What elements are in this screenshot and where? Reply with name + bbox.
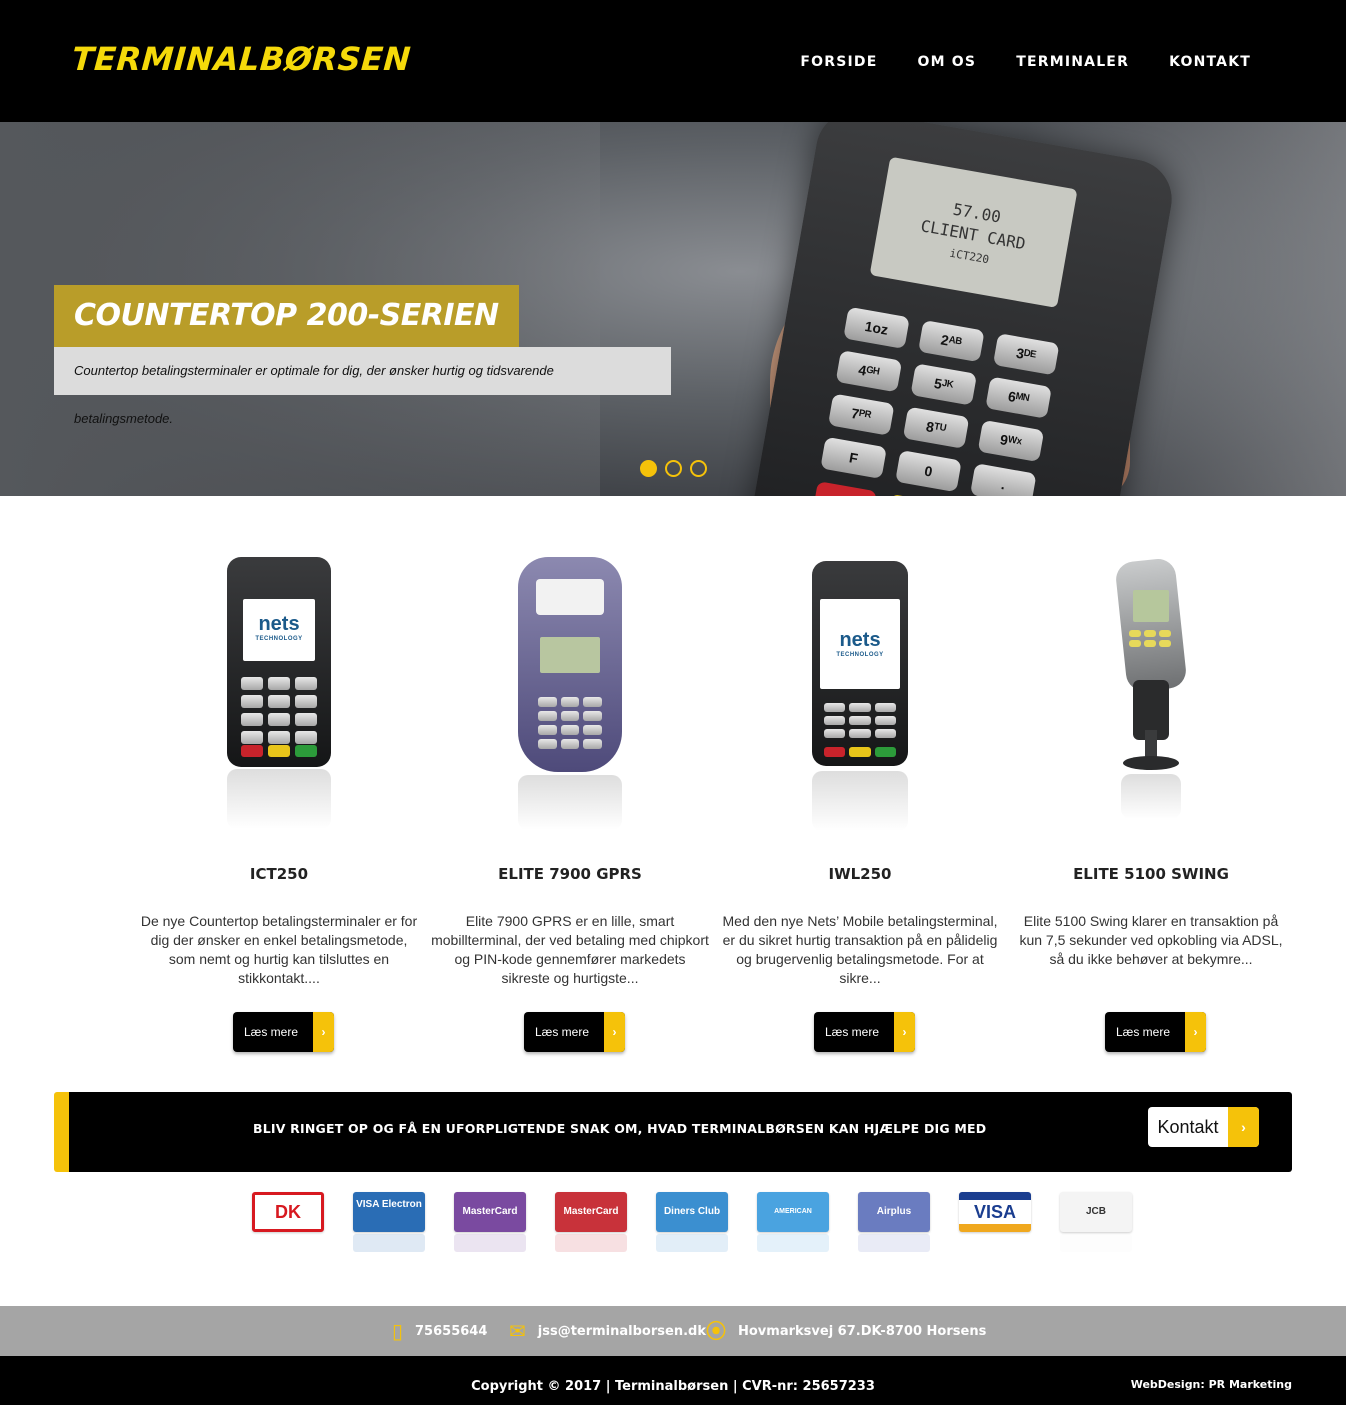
- nets-logo: nets TECHNOLOGY: [836, 629, 884, 658]
- product-image[interactable]: [440, 545, 700, 845]
- nav-om-os[interactable]: OM OS: [918, 54, 977, 70]
- product-name[interactable]: ELITE 5100 SWING: [1021, 865, 1281, 883]
- product-name[interactable]: ICT250: [149, 865, 409, 883]
- nav-forside[interactable]: FORSIDE: [800, 54, 877, 70]
- dankort-card-icon: DK: [252, 1192, 327, 1255]
- key: F: [820, 436, 887, 480]
- contact-button-label: Kontakt: [1157, 1117, 1219, 1137]
- diners-club-card-icon: Diners Club: [656, 1192, 728, 1252]
- key: 3ᴰᴱ: [992, 333, 1060, 376]
- arrow-right-icon: ›: [604, 1012, 625, 1052]
- key: 7ᴾᴿ: [827, 393, 895, 436]
- terminal-iwl250-image: nets TECHNOLOGY: [812, 561, 908, 831]
- contact-strip: ▯ 75655644 ✉ jss@terminalborsen.dk ⦿ Hov…: [0, 1306, 1346, 1356]
- callback-text: BLIV RINGET OP OG FÅ EN UFORPLIGTENDE SN…: [253, 1121, 987, 1136]
- email-address: jss@terminalborsen.dk: [537, 1323, 706, 1339]
- product-card-elite-7900-gprs: ELITE 7900 GPRS Elite 7900 GPRS er en li…: [431, 545, 709, 1052]
- arrow-right-icon: ›: [1228, 1107, 1259, 1147]
- read-more-button[interactable]: Læs mere ›: [1105, 1012, 1206, 1052]
- main-nav: FORSIDE OM OS TERMINALER KONTAKT: [800, 54, 1251, 70]
- webdesign-credit[interactable]: WebDesign: PR Marketing: [1131, 1378, 1292, 1391]
- key: .: [969, 463, 1037, 496]
- slider-dot-3[interactable]: [690, 460, 707, 477]
- product-description: De nye Countertop betalingsterminaler er…: [140, 913, 418, 986]
- hero-terminal-image: 57.00 CLIENT CARD iCT220 1oz 2ᴬᴮ 3ᴰᴱ 4ᴳᴴ…: [741, 122, 1179, 496]
- product-description: Elite 5100 Swing klarer en transaktion p…: [1019, 913, 1283, 967]
- american-express-card-icon: AMERICAN EXPRESS: [757, 1192, 829, 1255]
- product-image[interactable]: [1021, 545, 1281, 845]
- site-logo[interactable]: TERMINALBØRSEN: [71, 40, 413, 78]
- read-more-button[interactable]: Læs mere ›: [814, 1012, 915, 1052]
- phone-number: 75655644: [415, 1323, 488, 1339]
- product-description: Med den nye Nets’ Mobile betalingstermin…: [722, 913, 998, 986]
- read-more-label: Læs mere: [824, 1025, 880, 1039]
- product-card-ict250: nets TECHNOLOGY ICT250 De nye Countertop …: [141, 545, 417, 1052]
- slide-title: COUNTERTOP 200-SERIEN: [54, 285, 519, 347]
- eurocard-mastercard-card-icon: MasterCard: [454, 1192, 526, 1252]
- terminal-elite7900-image: [518, 557, 622, 830]
- contact-phone[interactable]: ▯ 75655644: [392, 1321, 487, 1341]
- product-name[interactable]: ELITE 7900 GPRS: [440, 865, 700, 883]
- clear-key: [885, 493, 950, 496]
- contact-email[interactable]: ✉ jss@terminalborsen.dk: [509, 1321, 706, 1341]
- key: 8ᵀᵁ: [902, 406, 970, 449]
- arrow-right-icon: ›: [313, 1012, 334, 1052]
- key: 4ᴳᴴ: [835, 350, 903, 393]
- mastercard-card-icon: MasterCard: [555, 1192, 627, 1252]
- read-more-button[interactable]: Læs mere ›: [233, 1012, 334, 1052]
- key: 9ᵂˣ: [977, 419, 1045, 463]
- key: 1oz: [843, 306, 910, 350]
- terminal-screen: 57.00 CLIENT CARD iCT220: [869, 156, 1078, 308]
- nav-kontakt[interactable]: KONTAKT: [1169, 54, 1251, 70]
- envelope-icon: ✉: [509, 1319, 526, 1343]
- read-more-label: Læs mere: [1115, 1025, 1171, 1039]
- site-header: TERMINALBØRSEN FORSIDE OM OS TERMINALER …: [0, 0, 1346, 122]
- slider-dot-1[interactable]: [640, 460, 657, 477]
- arrow-right-icon: ›: [1185, 1012, 1206, 1052]
- phone-icon: ▯: [392, 1319, 404, 1343]
- slide-subtitle: Countertop betalingsterminaler er optima…: [54, 347, 671, 426]
- visa-electron-card-icon: VISA Electron: [353, 1192, 425, 1252]
- street-address: Hovmarksvej 67.DK-8700 Horsens: [738, 1323, 987, 1339]
- read-more-button[interactable]: Læs mere ›: [524, 1012, 625, 1052]
- callback-banner: BLIV RINGET OP OG FÅ EN UFORPLIGTENDE SN…: [54, 1092, 1292, 1172]
- jcb-card-icon: JCB: [1060, 1192, 1132, 1252]
- terminal-ict250-image: nets TECHNOLOGY: [227, 557, 331, 829]
- key: 2ᴬᴮ: [918, 319, 985, 363]
- cancel-key: [812, 481, 878, 496]
- arrow-right-icon: ›: [894, 1012, 915, 1052]
- location-pin-icon: ⦿: [706, 1319, 726, 1343]
- airplus-card-icon: Airplus: [858, 1192, 930, 1252]
- nets-logo: nets TECHNOLOGY: [255, 613, 303, 642]
- product-card-iwl250: nets TECHNOLOGY IWL250 Med den nye Nets’ …: [723, 545, 997, 1052]
- slider-dot-2[interactable]: [665, 460, 682, 477]
- nav-terminaler[interactable]: TERMINALER: [1016, 54, 1129, 70]
- product-image[interactable]: nets TECHNOLOGY: [149, 545, 409, 845]
- payment-cards: DK VISA Electron MasterCard MasterCard D…: [252, 1192, 1132, 1260]
- site-footer: Copyright © 2017 | Terminalbørsen | CVR-…: [0, 1356, 1346, 1405]
- visa-card-icon: VISA: [959, 1192, 1031, 1260]
- key: 0: [895, 449, 962, 493]
- key: 5ᴶᴷ: [910, 363, 978, 406]
- terminal-keypad: 1oz 2ᴬᴮ 3ᴰᴱ 4ᴳᴴ 5ᴶᴷ 6ᴹᴺ 7ᴾᴿ 8ᵀᵁ 9ᵂˣ F 0 …: [820, 306, 1075, 496]
- product-description: Elite 7900 GPRS er en lille, smart mobil…: [431, 913, 709, 986]
- contact-button[interactable]: Kontakt ›: [1148, 1107, 1259, 1147]
- terminal-elite5100-image: [1111, 557, 1191, 819]
- product-card-elite-5100-swing: ELITE 5100 SWING Elite 5100 Swing klarer…: [1019, 545, 1283, 1052]
- slider-dots: [640, 460, 707, 477]
- key: 6ᴹᴺ: [985, 376, 1052, 419]
- read-more-label: Læs mere: [534, 1025, 590, 1039]
- product-name[interactable]: IWL250: [730, 865, 990, 883]
- hero-slider: 57.00 CLIENT CARD iCT220 1oz 2ᴬᴮ 3ᴰᴱ 4ᴳᴴ…: [0, 122, 1346, 496]
- contact-address[interactable]: ⦿ Hovmarksvej 67.DK-8700 Horsens: [706, 1321, 986, 1341]
- read-more-label: Læs mere: [243, 1025, 299, 1039]
- product-image[interactable]: nets TECHNOLOGY: [730, 545, 990, 845]
